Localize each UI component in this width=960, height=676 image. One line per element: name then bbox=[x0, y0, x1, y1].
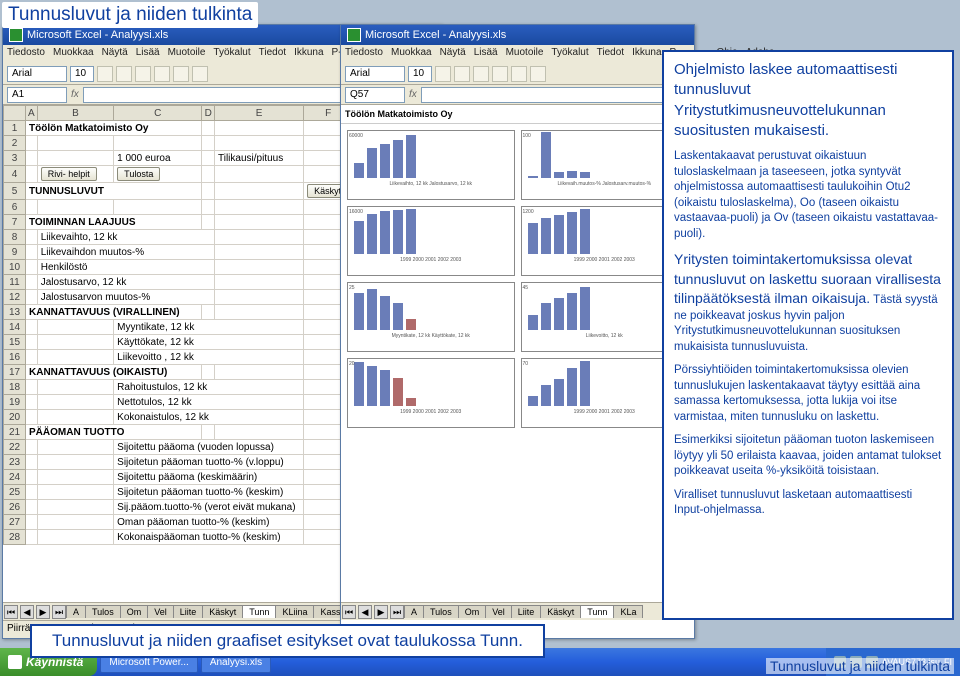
formula-bar-right: Q57 fx bbox=[341, 85, 694, 105]
sheet-tab-tunn[interactable]: Tunn bbox=[242, 605, 276, 618]
mini-chart: 25Myyntikate, 12 kk Käyttökate, 12 kk bbox=[347, 282, 515, 352]
menu-näytä[interactable]: Näytä bbox=[440, 47, 466, 61]
font-size-select[interactable]: 10 bbox=[70, 66, 94, 82]
underline-button[interactable] bbox=[135, 66, 151, 82]
menubar-right[interactable]: Tiedosto Muokkaa Näytä Lisää Muotoile Työkalu… bbox=[341, 45, 694, 63]
sheet-tab-käskyt[interactable]: Käskyt bbox=[540, 605, 581, 618]
sheet-tab-käskyt[interactable]: Käskyt bbox=[202, 605, 243, 618]
sheet-button[interactable]: Tulosta bbox=[117, 167, 160, 181]
excel-window-right: Microsoft Excel - Analyysi.xls Tiedosto M… bbox=[340, 24, 695, 639]
menu-muokkaa[interactable]: Muokkaa bbox=[53, 47, 94, 61]
italic-button[interactable] bbox=[116, 66, 132, 82]
italic-button[interactable] bbox=[454, 66, 470, 82]
font-select[interactable]: Arial bbox=[345, 66, 405, 82]
menu-ikkuna[interactable]: Ikkuna bbox=[632, 47, 661, 61]
menu-tiedosto[interactable]: Tiedosto bbox=[345, 47, 383, 61]
menu-tiedosto[interactable]: Tiedosto bbox=[7, 47, 45, 61]
menu-ikkuna[interactable]: Ikkuna bbox=[294, 47, 323, 61]
sheet-tab-vel[interactable]: Vel bbox=[485, 605, 512, 618]
menu-lisää[interactable]: Lisää bbox=[136, 47, 160, 61]
footer-tag: Tunnusluvut ja niiden tulkinta bbox=[766, 658, 954, 674]
menu-tiedot[interactable]: Tiedot bbox=[597, 47, 624, 61]
currency-button[interactable] bbox=[511, 66, 527, 82]
sheet-button[interactable]: Rivi- helpit bbox=[41, 167, 97, 181]
tab-nav-prev[interactable]: ◀ bbox=[358, 605, 372, 619]
subtitle-callout: Tunnusluvut ja niiden graafiset esitykse… bbox=[30, 624, 545, 658]
sheet-tab-liite[interactable]: Liite bbox=[511, 605, 542, 618]
sheet-tab-a[interactable]: A bbox=[404, 605, 424, 618]
window-title: Microsoft Excel - Analyysi.xls bbox=[27, 29, 168, 41]
menu-muotoile[interactable]: Muotoile bbox=[168, 47, 206, 61]
menu-näytä[interactable]: Näytä bbox=[102, 47, 128, 61]
excel-icon bbox=[347, 28, 361, 42]
info-p4: Pörssiyhtiöiden toimintakertomuksissa ol… bbox=[674, 363, 942, 425]
info-p5: Esimerkiksi sijoitetun pääoman tuoton la… bbox=[674, 433, 942, 480]
sheet-tabs-right[interactable]: ⏮ ◀ ▶ ⏭ ATulosOmVelLiiteKäskytTunnKLa bbox=[341, 602, 694, 620]
sheet-tab-kliina[interactable]: KLiina bbox=[275, 605, 314, 618]
menu-muotoile[interactable]: Muotoile bbox=[506, 47, 544, 61]
sheet-tab-kla[interactable]: KLa bbox=[613, 605, 643, 618]
info-panel: Ohjelmisto laskee automaattisesti tunnus… bbox=[662, 50, 954, 620]
fx-icon[interactable]: fx bbox=[71, 89, 79, 100]
tab-nav-next[interactable]: ▶ bbox=[374, 605, 388, 619]
menu-työkalut[interactable]: Työkalut bbox=[551, 47, 588, 61]
mini-chart: 160001999 2000 2001 2002 2003 bbox=[347, 206, 515, 276]
sheet-tab-tulos[interactable]: Tulos bbox=[85, 605, 121, 618]
tab-nav-first[interactable]: ⏮ bbox=[4, 605, 18, 619]
sheet-tab-liite[interactable]: Liite bbox=[173, 605, 204, 618]
status-draw[interactable]: Piirrä bbox=[7, 623, 30, 634]
tab-nav-last[interactable]: ⏭ bbox=[52, 605, 66, 619]
page-title: Tunnusluvut ja niiden tulkinta bbox=[2, 2, 258, 28]
percent-button[interactable] bbox=[530, 66, 546, 82]
excel-icon bbox=[9, 28, 23, 42]
bold-button[interactable] bbox=[97, 66, 113, 82]
info-p3: Yritysten toimintakertomuksissa olevat t… bbox=[674, 250, 942, 355]
menu-muokkaa[interactable]: Muokkaa bbox=[391, 47, 432, 61]
window-title: Microsoft Excel - Analyysi.xls bbox=[365, 29, 506, 41]
info-p2: Laskentakaavat perustuvat oikaistuun tul… bbox=[674, 149, 942, 242]
info-p1: Ohjelmisto laskee automaattisesti tunnus… bbox=[674, 60, 942, 141]
formula-input[interactable] bbox=[421, 87, 690, 103]
align-center-button[interactable] bbox=[173, 66, 189, 82]
name-box[interactable]: Q57 bbox=[345, 87, 405, 103]
sheet-tab-om[interactable]: Om bbox=[458, 605, 487, 618]
mini-chart: 201999 2000 2001 2002 2003 bbox=[347, 358, 515, 428]
tab-nav-last[interactable]: ⏭ bbox=[390, 605, 404, 619]
bold-button[interactable] bbox=[435, 66, 451, 82]
merge-button[interactable] bbox=[492, 66, 508, 82]
font-select[interactable]: Arial bbox=[7, 66, 67, 82]
fx-icon[interactable]: fx bbox=[409, 89, 417, 100]
tab-nav-next[interactable]: ▶ bbox=[36, 605, 50, 619]
sheet-tab-om[interactable]: Om bbox=[120, 605, 149, 618]
chart-grid: 60000Liikevaihto, 12 kk Jalostusarvo, 12… bbox=[341, 124, 694, 434]
menu-työkalut[interactable]: Työkalut bbox=[213, 47, 250, 61]
mini-chart: 60000Liikevaihto, 12 kk Jalostusarvo, 12… bbox=[347, 130, 515, 200]
sheet-tab-tulos[interactable]: Tulos bbox=[423, 605, 459, 618]
sheet-tab-a[interactable]: A bbox=[66, 605, 86, 618]
menu-lisää[interactable]: Lisää bbox=[474, 47, 498, 61]
sheet-tab-vel[interactable]: Vel bbox=[147, 605, 174, 618]
font-size-select[interactable]: 10 bbox=[408, 66, 432, 82]
align-right-button[interactable] bbox=[192, 66, 208, 82]
underline-button[interactable] bbox=[473, 66, 489, 82]
align-left-button[interactable] bbox=[154, 66, 170, 82]
windows-flag-icon bbox=[8, 655, 22, 669]
titlebar-right: Microsoft Excel - Analyysi.xls bbox=[341, 25, 694, 45]
formatting-toolbar-right[interactable]: Arial 10 bbox=[341, 63, 694, 85]
tab-nav-prev[interactable]: ◀ bbox=[20, 605, 34, 619]
sheet-company-header: Töölön Matkatoimisto Oy bbox=[341, 105, 694, 124]
sheet-tab-tunn[interactable]: Tunn bbox=[580, 605, 614, 618]
menu-tiedot[interactable]: Tiedot bbox=[259, 47, 286, 61]
name-box[interactable]: A1 bbox=[7, 87, 67, 103]
tab-nav-first[interactable]: ⏮ bbox=[342, 605, 356, 619]
info-p6: Viralliset tunnusluvut lasketaan automaa… bbox=[674, 488, 942, 519]
